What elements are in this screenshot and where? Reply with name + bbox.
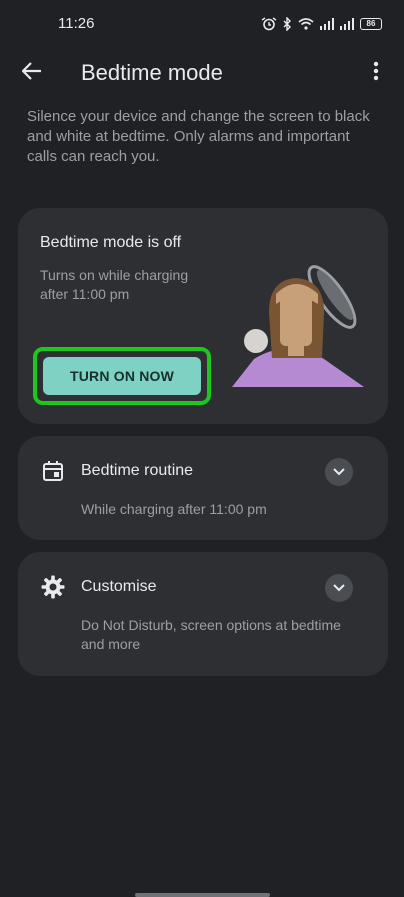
turn-on-highlight: TURN ON NOW [33, 347, 211, 405]
wifi-icon [298, 18, 314, 30]
status-time: 11:26 [58, 15, 95, 32]
page-description: Silence your device and change the scree… [27, 108, 370, 165]
screen: 11:26 86 Bedtime mode Silence your devic… [0, 0, 404, 897]
back-button[interactable] [14, 58, 50, 88]
calendar-icon [40, 458, 66, 484]
status-icons: 86 [261, 14, 382, 34]
chevron-down-icon [333, 579, 345, 597]
customise-subtitle: Do Not Disturb, screen options at bedtim… [81, 617, 341, 652]
page-title: Bedtime mode [81, 60, 223, 85]
status-title: Bedtime mode is off [40, 234, 182, 251]
customise-card[interactable]: Customise Do Not Disturb, screen options… [18, 552, 388, 676]
bedtime-routine-card[interactable]: Bedtime routine While charging after 11:… [18, 436, 388, 540]
more-vert-icon [373, 61, 379, 86]
status-bar: 11:26 86 [0, 0, 404, 48]
customise-expand-button[interactable] [325, 574, 353, 602]
status-subtitle: Turns on while charging after 11:00 pm [40, 267, 189, 302]
turn-on-now-button[interactable]: TURN ON NOW [43, 357, 201, 395]
alarm-icon [261, 17, 277, 31]
bedtime-illustration [214, 260, 364, 390]
signal-2-icon [340, 18, 354, 30]
routine-title: Bedtime routine [81, 462, 194, 479]
bedtime-status-card: Bedtime mode is off Turns on while charg… [18, 208, 388, 424]
chevron-down-icon [333, 463, 345, 481]
more-options-button[interactable] [364, 60, 388, 86]
battery-indicator: 86 [360, 18, 382, 30]
arrow-back-icon [21, 61, 42, 85]
signal-1-icon [320, 18, 334, 30]
gesture-nav-handle[interactable] [135, 893, 270, 897]
routine-subtitle: While charging after 11:00 pm [81, 501, 267, 517]
customise-title: Customise [81, 578, 157, 595]
bluetooth-icon [283, 17, 292, 31]
routine-expand-button[interactable] [325, 458, 353, 486]
gear-icon [40, 574, 66, 600]
